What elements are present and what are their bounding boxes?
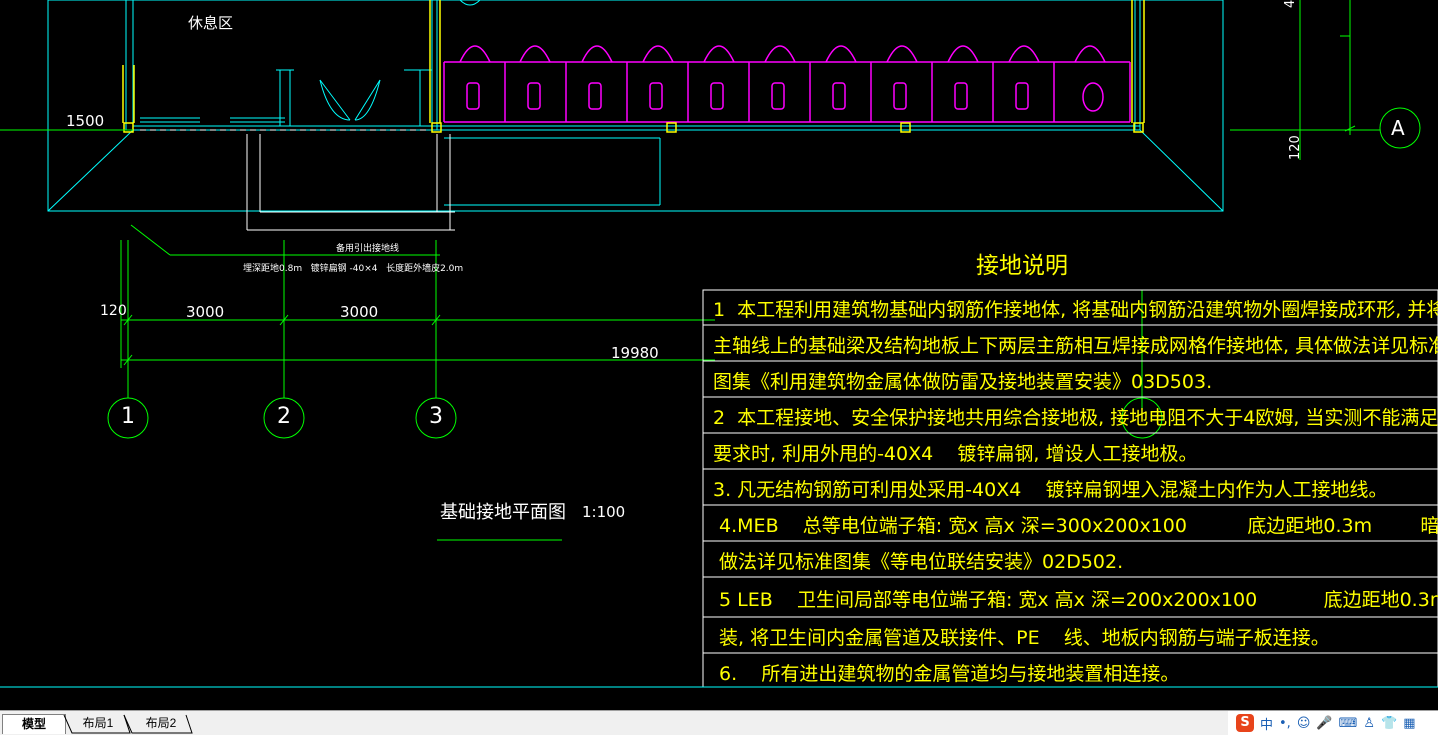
dim-19980: 19980 [611,344,659,362]
sogou-icon[interactable]: S [1236,714,1254,732]
note-line: 装, 将卫生间内金属管道及联接件、PE 线、地板内钢筋与端子板连接。 [713,627,1330,649]
note-line: 5 LEB 卫生间局部等电位端子箱: 宽x 高x 深=200x200x100 底… [713,589,1438,611]
ime-toolbar: S 中 •, ☺ 🎤 ⌨ ♙ 👕 ▦ [1228,711,1438,735]
skin-icon[interactable]: 👕 [1381,716,1397,731]
note-line: 1 本工程利用建筑物基础内钢筋作接地体, 将基础内钢筋沿建筑物外圈焊接成环形, … [713,299,1438,321]
lead-line-spec: 埋深距地0.8m 镀锌扁钢 -40×4 长度距外墙皮2.0m [243,264,464,274]
layout-tab-bar: 模型 布局1 布局2 S 中 •, ☺ 🎤 ⌨ ♙ 👕 ▦ [0,710,1438,735]
note-line: 6. 所有进出建筑物的金属管道均与接地装置相连接。 [713,663,1180,685]
axis-1-label: 1 [121,404,135,429]
dim-120-left: 120 [100,303,127,319]
dim-120-right: 120 [1288,135,1303,160]
toolbox-icon[interactable]: ▦ [1403,716,1415,731]
room-label: 休息区 [188,14,234,32]
note-line: 要求时, 利用外甩的-40X4 镀锌扁钢, 增设人工接地极。 [713,443,1198,465]
dim-1500: 1500 [66,112,105,130]
cad-drawing-canvas[interactable]: 休息区 1500 4.70 120 A 备用引出接地线 埋深距地0.8m 镀锌扁… [0,0,1438,710]
dim-3000-a: 3000 [186,303,225,321]
microphone-icon[interactable]: 🎤 [1316,716,1332,731]
note-line: 图集《利用建筑物金属体做防雷及接地装置安装》03D503. [713,371,1213,393]
plan-title: 基础接地平面图 [440,502,566,523]
axis-2-label: 2 [277,404,291,429]
keyboard-icon[interactable]: ⌨ [1339,716,1358,731]
axis-a-label: A [1391,116,1405,140]
plan-scale: 1:100 [582,503,626,521]
chinese-mode-icon[interactable]: 中 [1260,714,1273,733]
note-line: 4.MEB 总等电位端子箱: 宽x 高x 深=300x200x100 底边距地0… [713,515,1438,537]
user-icon[interactable]: ♙ [1363,716,1375,731]
note-line: 做法详见标准图集《等电位联结安装》02D502. [713,551,1124,573]
note-line: 2 本工程接地、安全保护接地共用综合接地极, 接地电阻不大于4欧姆, 当实测不能… [713,407,1438,429]
dim-470: 4.70 [1283,0,1298,8]
emoji-icon[interactable]: ☺ [1297,716,1311,731]
lead-line-title: 备用引出接地线 [336,244,400,254]
tab-layout1[interactable]: 布局1 [72,714,124,733]
note-line: 3. 凡无结构钢筋可利用处采用-40X4 镀锌扁钢埋入混凝土内作为人工接地线。 [713,479,1388,501]
punctuation-icon[interactable]: •, [1279,716,1291,731]
notes-title: 接地说明 [976,253,1068,279]
tab-layout2[interactable]: 布局2 [134,714,188,733]
dim-3000-b: 3000 [340,303,379,321]
note-line: 主轴线上的基础梁及结构地板上下两层主筋相互焊接成网格作接地体, 具体做法详见标准 [713,335,1438,357]
axis-3-label: 3 [429,404,443,429]
notes-lines: 1 本工程利用建筑物基础内钢筋作接地体, 将基础内钢筋沿建筑物外圈焊接成环形, … [713,292,1438,692]
